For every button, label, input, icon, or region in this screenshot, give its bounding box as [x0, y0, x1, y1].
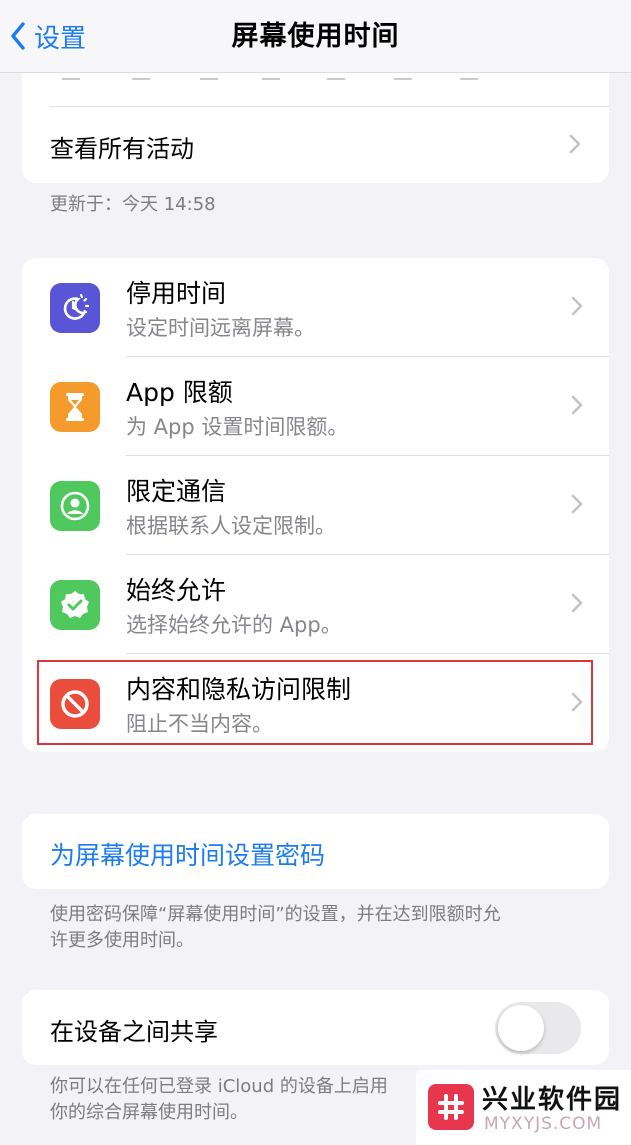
see-all-activity-label: 查看所有活动 — [50, 135, 194, 163]
downtime-icon — [50, 283, 100, 333]
chevron-right-icon — [571, 692, 583, 712]
chevron-right-icon — [571, 296, 583, 316]
passcode-card: 为屏幕使用时间设置密码 — [22, 814, 609, 889]
communication-limits-subtitle: 根据联系人设定限制。 — [126, 514, 336, 538]
content-privacy-restrictions-subtitle: 阻止不当内容。 — [126, 712, 273, 736]
communication-limits-row[interactable]: 限定通信 根据联系人设定限制。 — [22, 456, 609, 555]
passcode-note: 使用密码保障“屏幕使用时间”的设置，并在达到限额时允 许更多使用时间。 — [50, 902, 501, 954]
watermark-logo-icon — [428, 1084, 474, 1130]
always-allowed-subtitle: 选择始终允许的 App。 — [126, 613, 342, 637]
watermark: 兴业软件园 MYXYJS.COM — [416, 1070, 631, 1145]
chevron-right-icon — [569, 134, 581, 154]
restriction-icon — [50, 679, 100, 729]
share-note-line2: 你的综合屏幕使用时间。 — [50, 1102, 248, 1123]
watermark-url: MYXYJS.COM — [484, 1114, 603, 1134]
content-privacy-restrictions-row[interactable]: 内容和隐私访问限制 阻止不当内容。 — [22, 654, 609, 752]
share-note: 你可以在任何已登录 iCloud 的设备上启用 你的综合屏幕使用时间。 — [50, 1074, 388, 1126]
chevron-right-icon — [571, 395, 583, 415]
app-limits-subtitle: 为 App 设置时间限额。 — [126, 415, 349, 439]
share-card: 在设备之间共享 — [22, 990, 609, 1065]
always-allowed-row[interactable]: 始终允许 选择始终允许的 App。 — [22, 555, 609, 654]
chevron-right-icon — [571, 593, 583, 613]
hourglass-icon — [50, 382, 100, 432]
share-across-devices-label: 在设备之间共享 — [50, 1018, 218, 1046]
app-limits-row[interactable]: App 限额 为 App 设置时间限额。 — [22, 357, 609, 456]
chevron-right-icon — [571, 494, 583, 514]
always-allowed-title: 始终允许 — [126, 576, 227, 605]
passcode-note-line2: 许更多使用时间。 — [50, 930, 194, 951]
content-privacy-restrictions-title: 内容和隐私访问限制 — [126, 675, 352, 704]
contact-icon — [50, 481, 100, 531]
page-title: 屏幕使用时间 — [231, 21, 400, 52]
see-all-activity-row[interactable]: 查看所有活动 — [22, 107, 609, 183]
passcode-note-line1: 使用密码保障“屏幕使用时间”的设置，并在达到限额时允 — [50, 904, 501, 925]
watermark-title: 兴业软件园 — [482, 1085, 623, 1115]
share-note-line1: 你可以在任何已登录 iCloud 的设备上启用 — [50, 1076, 388, 1097]
limits-card: 停用时间 设定时间远离屏幕。 App 限额 为 App 设置时间限额。 限定通信… — [22, 258, 609, 752]
updated-time: 更新于：今天 14:58 — [50, 194, 216, 215]
toggle-knob — [498, 1005, 544, 1051]
set-passcode-link[interactable]: 为屏幕使用时间设置密码 — [50, 836, 325, 872]
checkmark-badge-icon — [50, 580, 100, 630]
downtime-row[interactable]: 停用时间 设定时间远离屏幕。 — [22, 258, 609, 357]
share-across-devices-toggle[interactable] — [495, 1002, 581, 1054]
app-limits-title: App 限额 — [126, 378, 233, 407]
downtime-title: 停用时间 — [126, 279, 227, 308]
activity-card: 查看所有活动 — [22, 72, 609, 183]
chart-remnant — [22, 72, 609, 106]
communication-limits-title: 限定通信 — [126, 477, 227, 506]
navigation-bar: 设置 屏幕使用时间 — [0, 0, 631, 73]
downtime-subtitle: 设定时间远离屏幕。 — [126, 316, 315, 340]
